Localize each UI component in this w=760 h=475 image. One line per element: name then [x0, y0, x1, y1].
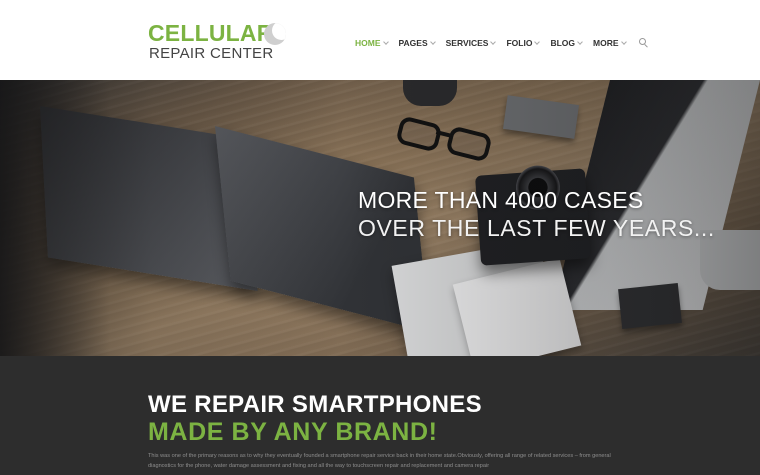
nav-item-label: FOLIO [506, 38, 533, 48]
nav-item-more[interactable]: MORE [593, 38, 627, 48]
nav-item-label: HOME [355, 38, 381, 48]
about-section: WE REPAIR SMARTPHONES MADE BY ANY BRAND!… [0, 356, 760, 475]
hero-subheadline: OVER THE LAST FEW YEARS... [358, 215, 715, 241]
nav-item-services[interactable]: SERVICES [445, 38, 497, 48]
chevron-down-icon [620, 38, 627, 45]
nav-item-label: BLOG [550, 38, 576, 48]
chevron-down-icon [534, 38, 541, 45]
nav-item-folio[interactable]: FOLIO [506, 38, 541, 48]
nav-item-blog[interactable]: BLOG [550, 38, 583, 48]
nav-item-label: MORE [593, 38, 619, 48]
site-logo[interactable]: CELLULAR REPAIR CENTER [148, 20, 288, 64]
logo-subtitle: REPAIR CENTER [149, 45, 274, 62]
nav-item-label: PAGES [398, 38, 428, 48]
nav-item-label: SERVICES [445, 38, 489, 48]
section-title: WE REPAIR SMARTPHONES [148, 391, 482, 418]
logo-title: CELLULAR [148, 20, 274, 46]
chevron-down-icon [490, 38, 497, 45]
chevron-down-icon [382, 38, 389, 45]
section-subtitle: MADE BY ANY BRAND! [148, 418, 438, 446]
section-paragraph: This was one of the primary reasons as t… [148, 453, 611, 469]
search-icon[interactable] [638, 38, 649, 48]
chevron-down-icon [429, 38, 436, 45]
hero-headline: MORE THAN 4000 CASES [358, 187, 644, 213]
hero-caption: MORE THAN 4000 CASES OVER THE LAST FEW Y… [358, 186, 758, 242]
moon-icon [264, 23, 286, 45]
site-header: CELLULAR REPAIR CENTER HOME PAGES SERVIC… [0, 0, 760, 80]
chevron-down-icon [577, 38, 583, 45]
hero-banner: MORE THAN 4000 CASES OVER THE LAST FEW Y… [0, 80, 760, 356]
main-nav: HOME PAGES SERVICES FOLIO BLOG MORE [355, 36, 649, 50]
nav-item-pages[interactable]: PAGES [398, 38, 436, 48]
nav-item-home[interactable]: HOME [355, 38, 389, 48]
